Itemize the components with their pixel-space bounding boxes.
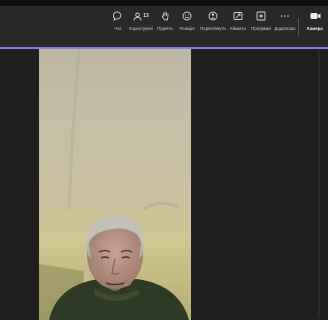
chat-label: Чат bbox=[114, 26, 122, 31]
rooms-label: Кімнати bbox=[230, 26, 246, 31]
reaction-icon bbox=[182, 10, 192, 22]
people-icon bbox=[133, 12, 142, 21]
participant-video-frame bbox=[39, 49, 191, 320]
participant-video[interactable] bbox=[39, 49, 191, 320]
view-label: Переглянути bbox=[200, 26, 226, 31]
more-button[interactable]: Додатково bbox=[274, 10, 296, 36]
camera-icon bbox=[310, 10, 321, 22]
view-icon bbox=[208, 10, 218, 22]
window-right-edge bbox=[318, 50, 320, 318]
more-icon bbox=[280, 10, 290, 22]
chat-icon bbox=[113, 10, 123, 22]
reaction-button[interactable]: Реакція bbox=[176, 10, 198, 36]
reaction-label: Реакція bbox=[179, 26, 195, 31]
chat-button[interactable]: Чат bbox=[109, 10, 127, 36]
rooms-button[interactable]: Кімнати bbox=[229, 10, 247, 36]
people-button[interactable]: 13 Користувачі bbox=[128, 10, 154, 36]
toolbar-separator bbox=[298, 18, 299, 36]
people-icon-wrap: 13 bbox=[133, 10, 149, 22]
apps-icon bbox=[256, 10, 266, 22]
participant-count: 13 bbox=[143, 13, 149, 19]
people-label: Користувачі bbox=[129, 26, 153, 31]
camera-label: Камера bbox=[307, 26, 323, 31]
apps-button[interactable]: Програми bbox=[250, 10, 272, 36]
rooms-icon bbox=[233, 10, 243, 22]
raise-hand-icon bbox=[161, 10, 170, 22]
meeting-toolbar: Чат 13 Користувачі Підняти Реакція Перег… bbox=[0, 6, 328, 48]
more-label: Додатково bbox=[274, 26, 296, 31]
raise-hand-label: Підняти bbox=[157, 26, 173, 31]
view-button[interactable]: Переглянути bbox=[200, 10, 226, 36]
apps-label: Програми bbox=[251, 26, 271, 31]
camera-button[interactable]: Камера bbox=[305, 10, 325, 36]
raise-hand-button[interactable]: Підняти bbox=[156, 10, 174, 36]
